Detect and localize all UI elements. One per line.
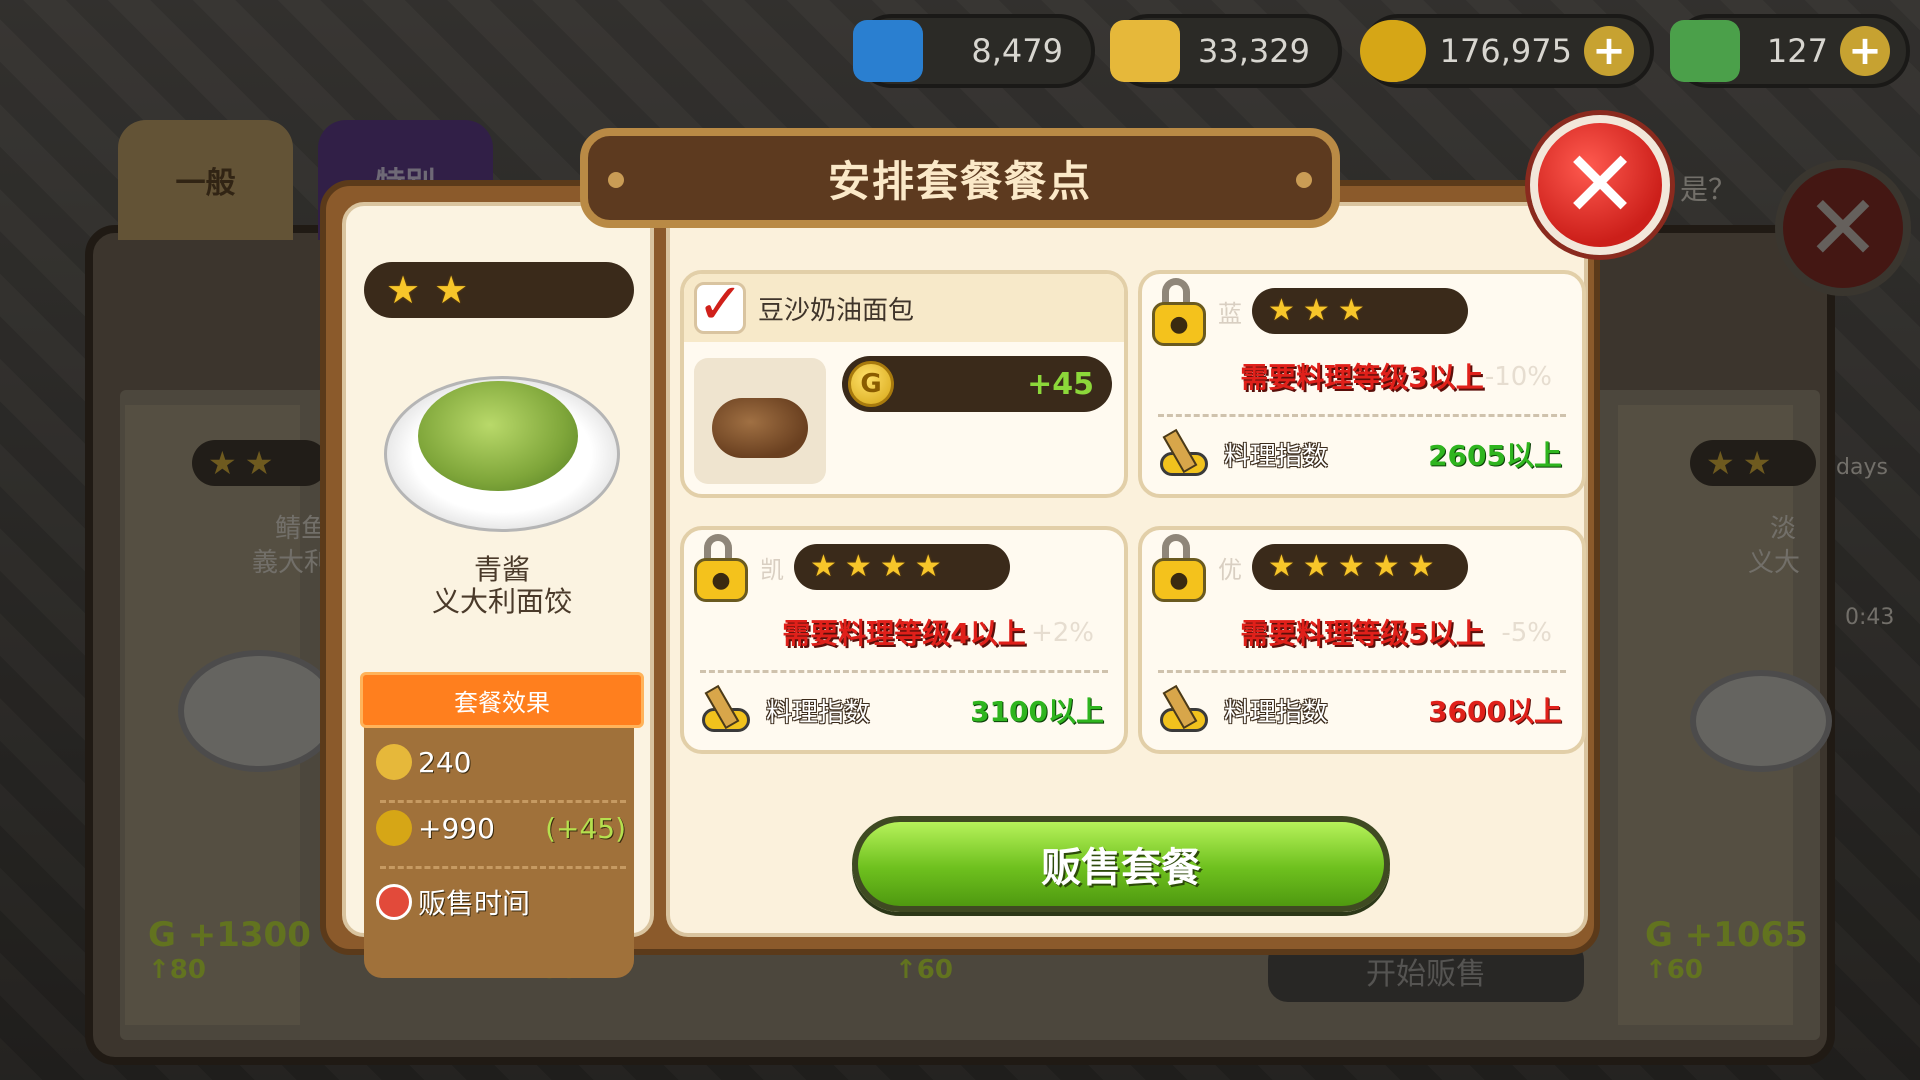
add-cash-button[interactable]: +: [1840, 26, 1890, 76]
gold-coin-icon: [376, 810, 412, 846]
slot-item-image-box: [694, 358, 826, 484]
slot-coin-bonus: G +45: [842, 356, 1112, 412]
selected-dish-panel: ★ ★ 青酱 义大利面饺 套餐效果 240 +990 (+45) 贩售时间: [342, 202, 654, 978]
effect-pasta-row: 240: [376, 744, 626, 780]
bread-icon: [712, 398, 808, 458]
slot-skill-row: 料理指数 3600以上: [1156, 682, 1562, 738]
effect-time-label: 贩售时间: [418, 887, 531, 920]
slot-card-locked-5[interactable]: ● 优 ★ ★ ★ ★ ★ -5% 需要料理等级5以上 料理指数 3600以上: [1138, 526, 1586, 754]
slot-coin-bonus-value: +45: [1027, 366, 1094, 402]
currency-gold: 176,975 +: [1360, 14, 1654, 88]
add-gold-button[interactable]: +: [1584, 26, 1634, 76]
cooking-pan-icon: [1156, 426, 1224, 482]
dialog-title-plaque: 安排套餐餐点: [580, 128, 1340, 228]
effect-divider: [380, 866, 626, 869]
gold-coin-icon: G: [848, 361, 894, 407]
slot-divider: [1158, 414, 1566, 417]
slot-skill-row: 料理指数 3100以上: [698, 682, 1104, 738]
skill-value: 2605以上: [1428, 439, 1562, 472]
close-button[interactable]: ✕: [1530, 115, 1670, 255]
close-icon: ✕: [1561, 131, 1639, 238]
slot-divider: [1158, 670, 1566, 673]
lock-icon: ●: [1150, 278, 1208, 348]
lock-icon: ●: [692, 534, 750, 604]
slot-star-rating: ★ ★ ★ ★: [794, 544, 1010, 590]
effect-pasta-value: 240: [418, 745, 472, 779]
cooking-pan-icon: [698, 682, 766, 738]
lock-icon: ●: [1150, 534, 1208, 604]
skill-value: 3600以上: [1428, 695, 1562, 728]
slot-star-rating: ★ ★ ★ ★ ★: [1252, 544, 1468, 590]
lego-block-icon: [853, 20, 923, 82]
gold-coin-icon: [1360, 20, 1426, 82]
slot-requirement: 需要料理等级4以上: [782, 617, 1026, 650]
slot-requirement: 需要料理等级5以上: [1240, 617, 1484, 650]
dish-star-rating: ★ ★: [364, 262, 634, 318]
bowtie-pasta-icon: [376, 744, 412, 780]
set-effect-label: 套餐效果: [360, 672, 644, 728]
slot-requirement: 需要料理等级3以上: [1240, 361, 1484, 394]
star-icon: ★: [386, 268, 421, 312]
cash-stack-icon: [1670, 20, 1740, 82]
slot-card-selected[interactable]: ✓ 豆沙奶油面包 G +45: [680, 270, 1128, 498]
slot-faded-name: 凯: [760, 556, 784, 584]
slot-card-locked-4[interactable]: ● 凯 ★ ★ ★ ★ +2% 需要料理等级4以上 料理指数 3100以上: [680, 526, 1128, 754]
skill-label: 料理指数: [766, 697, 871, 728]
skill-value: 3100以上: [970, 695, 1104, 728]
currency-pasta: 33,329: [1110, 14, 1342, 88]
plaque-rivet: [1296, 172, 1312, 188]
effect-gold-value: +990: [418, 811, 495, 845]
currency-cash: 127 +: [1670, 14, 1910, 88]
effect-gold-bonus: (+45): [545, 811, 626, 845]
plaque-rivet: [608, 172, 624, 188]
slot-card-locked-3[interactable]: ● 蓝 ★ ★ ★ -10% 需要料理等级3以上 料理指数 2605以上: [1138, 270, 1586, 498]
bowtie-pasta-icon: [1110, 20, 1180, 82]
skill-label: 料理指数: [1224, 697, 1329, 728]
skill-label: 料理指数: [1224, 441, 1329, 472]
slot-item-name: 豆沙奶油面包: [758, 296, 915, 326]
pesto-ravioli-dish-image: [418, 381, 578, 491]
checkbox-checked-icon[interactable]: ✓: [694, 277, 746, 334]
timer-icon: [376, 884, 412, 920]
slot-faded-name: 蓝: [1218, 300, 1242, 328]
effect-time-row: 贩售时间: [376, 882, 626, 922]
dish-name-line2: 义大利面饺: [431, 585, 572, 618]
sell-set-button[interactable]: 贩售套餐: [852, 816, 1390, 912]
cooking-pan-icon: [1156, 682, 1224, 738]
slot-divider: [700, 670, 1108, 673]
slot-faded-name: 优: [1218, 556, 1242, 584]
slot-skill-row: 料理指数 2605以上: [1156, 426, 1562, 482]
sell-set-label: 贩售套餐: [1041, 845, 1201, 891]
effect-divider: [380, 800, 626, 803]
dialog-title: 安排套餐餐点: [827, 156, 1092, 206]
star-icon: ★: [434, 268, 469, 312]
slot-star-rating: ★ ★ ★: [1252, 288, 1468, 334]
currency-blocks: 8,479: [853, 14, 1095, 88]
effect-gold-row: +990 (+45): [376, 810, 626, 846]
